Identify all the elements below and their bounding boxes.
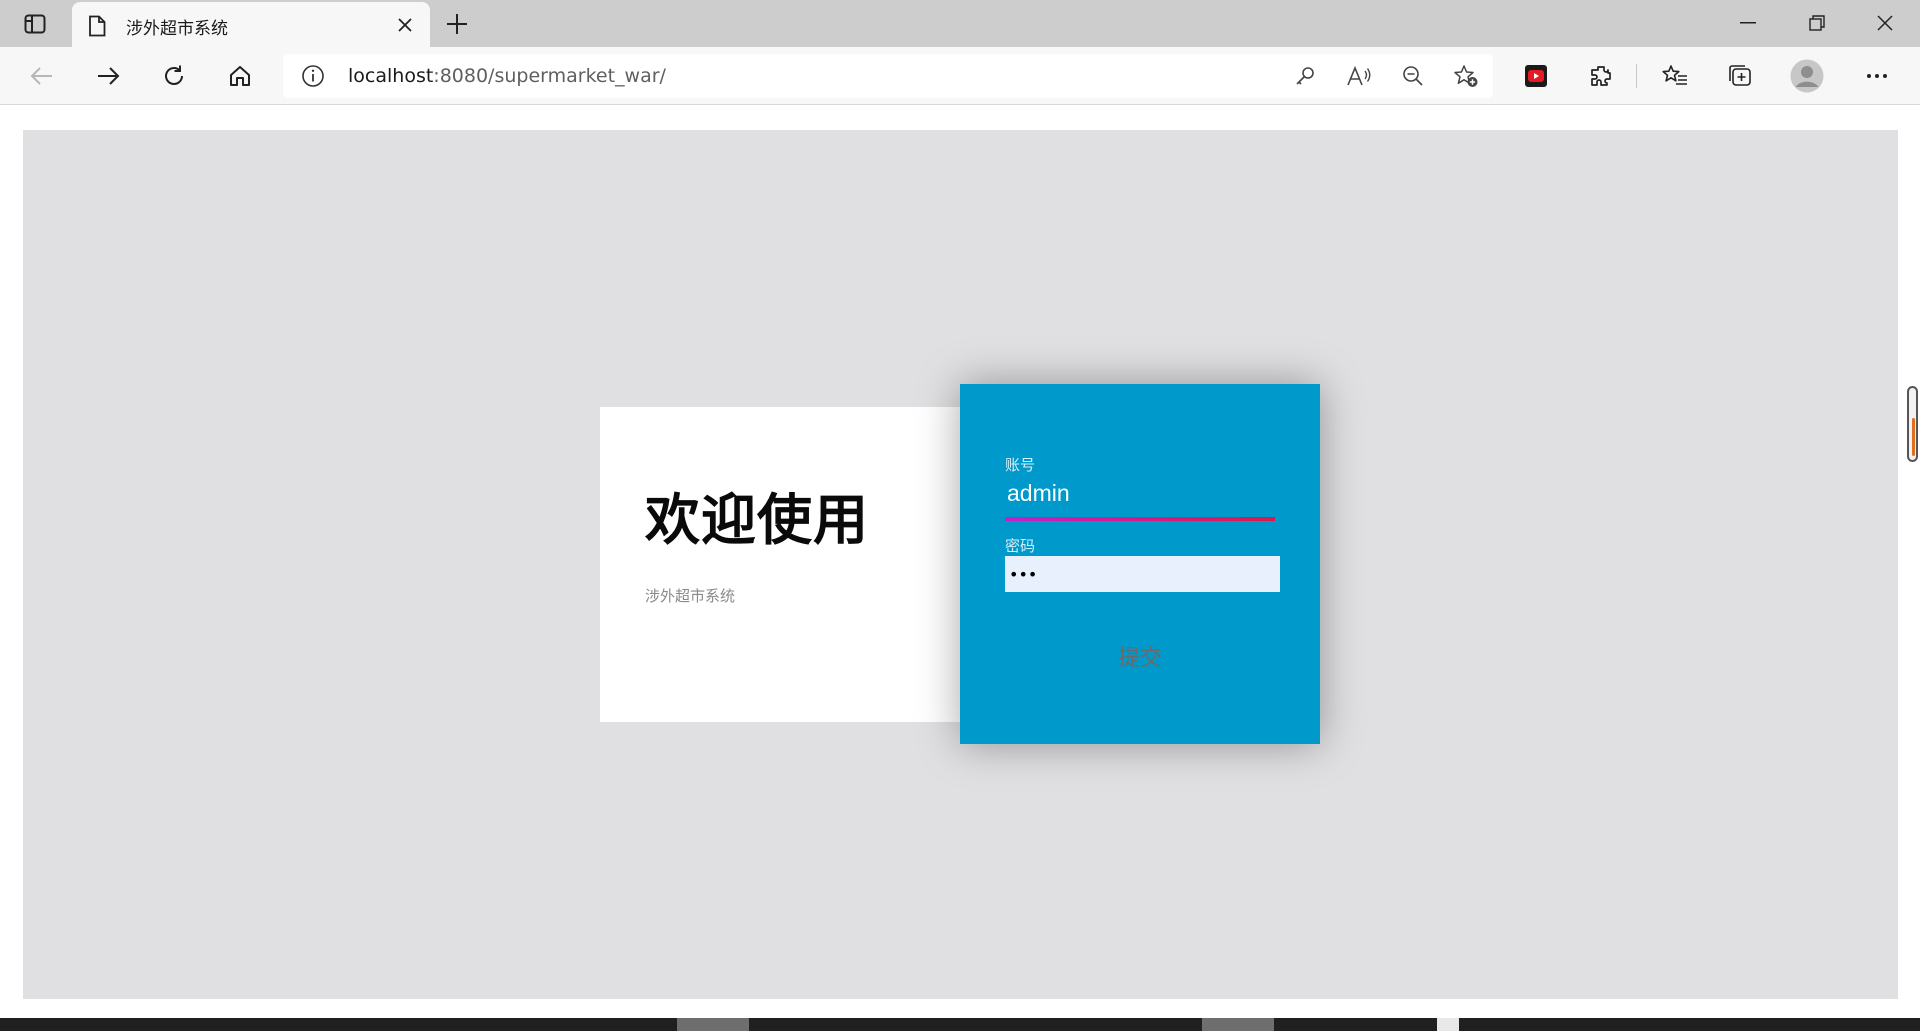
- new-tab-icon[interactable]: [443, 10, 471, 38]
- account-focus-underline: [1005, 517, 1275, 521]
- restore-icon[interactable]: [1794, 8, 1840, 38]
- toolbar-divider: [1636, 64, 1637, 88]
- url-path: :8080/supermarket_war/: [433, 65, 666, 87]
- refresh-icon[interactable]: [155, 58, 193, 94]
- more-icon[interactable]: [1858, 58, 1896, 94]
- taskbar-item[interactable]: [677, 1018, 749, 1031]
- back-icon[interactable]: [23, 58, 61, 94]
- taskbar: [0, 1018, 1920, 1031]
- login-panel: 账号 密码 提交: [960, 384, 1320, 744]
- scrollbar-thumb[interactable]: [1907, 386, 1918, 462]
- account-label: 账号: [1005, 456, 1036, 474]
- minimize-icon[interactable]: [1725, 8, 1771, 38]
- taskbar-item[interactable]: [1437, 1018, 1459, 1031]
- welcome-subtitle: 涉外超市系统: [645, 587, 736, 605]
- forward-icon[interactable]: [89, 58, 127, 94]
- url-host: localhost: [348, 65, 434, 87]
- welcome-card: 欢迎使用 涉外超市系统: [600, 407, 980, 722]
- password-input[interactable]: [1005, 556, 1280, 592]
- welcome-title: 欢迎使用: [645, 488, 870, 552]
- active-tab[interactable]: 涉外超市系统: [72, 2, 430, 47]
- home-icon[interactable]: [221, 58, 259, 94]
- read-aloud-icon[interactable]: [1342, 61, 1376, 91]
- sidebar-tabs-icon[interactable]: [18, 11, 52, 37]
- info-icon[interactable]: [301, 64, 325, 92]
- collections-icon[interactable]: [1721, 58, 1759, 94]
- page-viewport: 欢迎使用 涉外超市系统 账号 密码 提交: [0, 106, 1920, 1016]
- tab-strip: 涉外超市系统: [0, 0, 1920, 47]
- extensions-icon[interactable]: [1582, 58, 1620, 94]
- youtube-extension-icon[interactable]: [1517, 58, 1555, 94]
- key-icon[interactable]: [1288, 61, 1322, 91]
- url-text: localhost:8080/supermarket_war/: [348, 65, 666, 87]
- favorites-icon[interactable]: [1656, 58, 1694, 94]
- document-icon: [88, 15, 106, 41]
- add-favorite-icon[interactable]: [1449, 61, 1483, 91]
- profile-icon[interactable]: [1788, 58, 1826, 94]
- tab-title: 涉外超市系统: [126, 19, 228, 39]
- password-label: 密码: [1005, 537, 1036, 555]
- taskbar-item[interactable]: [1202, 1018, 1274, 1031]
- submit-button[interactable]: 提交: [1065, 636, 1215, 676]
- window-close-icon[interactable]: [1862, 8, 1908, 38]
- address-bar[interactable]: localhost:8080/supermarket_war/: [283, 54, 1493, 98]
- browser-toolbar: localhost:8080/supermarket_war/: [0, 47, 1920, 105]
- close-icon[interactable]: [394, 14, 416, 36]
- account-input[interactable]: [1005, 477, 1275, 509]
- zoom-out-icon[interactable]: [1396, 61, 1430, 91]
